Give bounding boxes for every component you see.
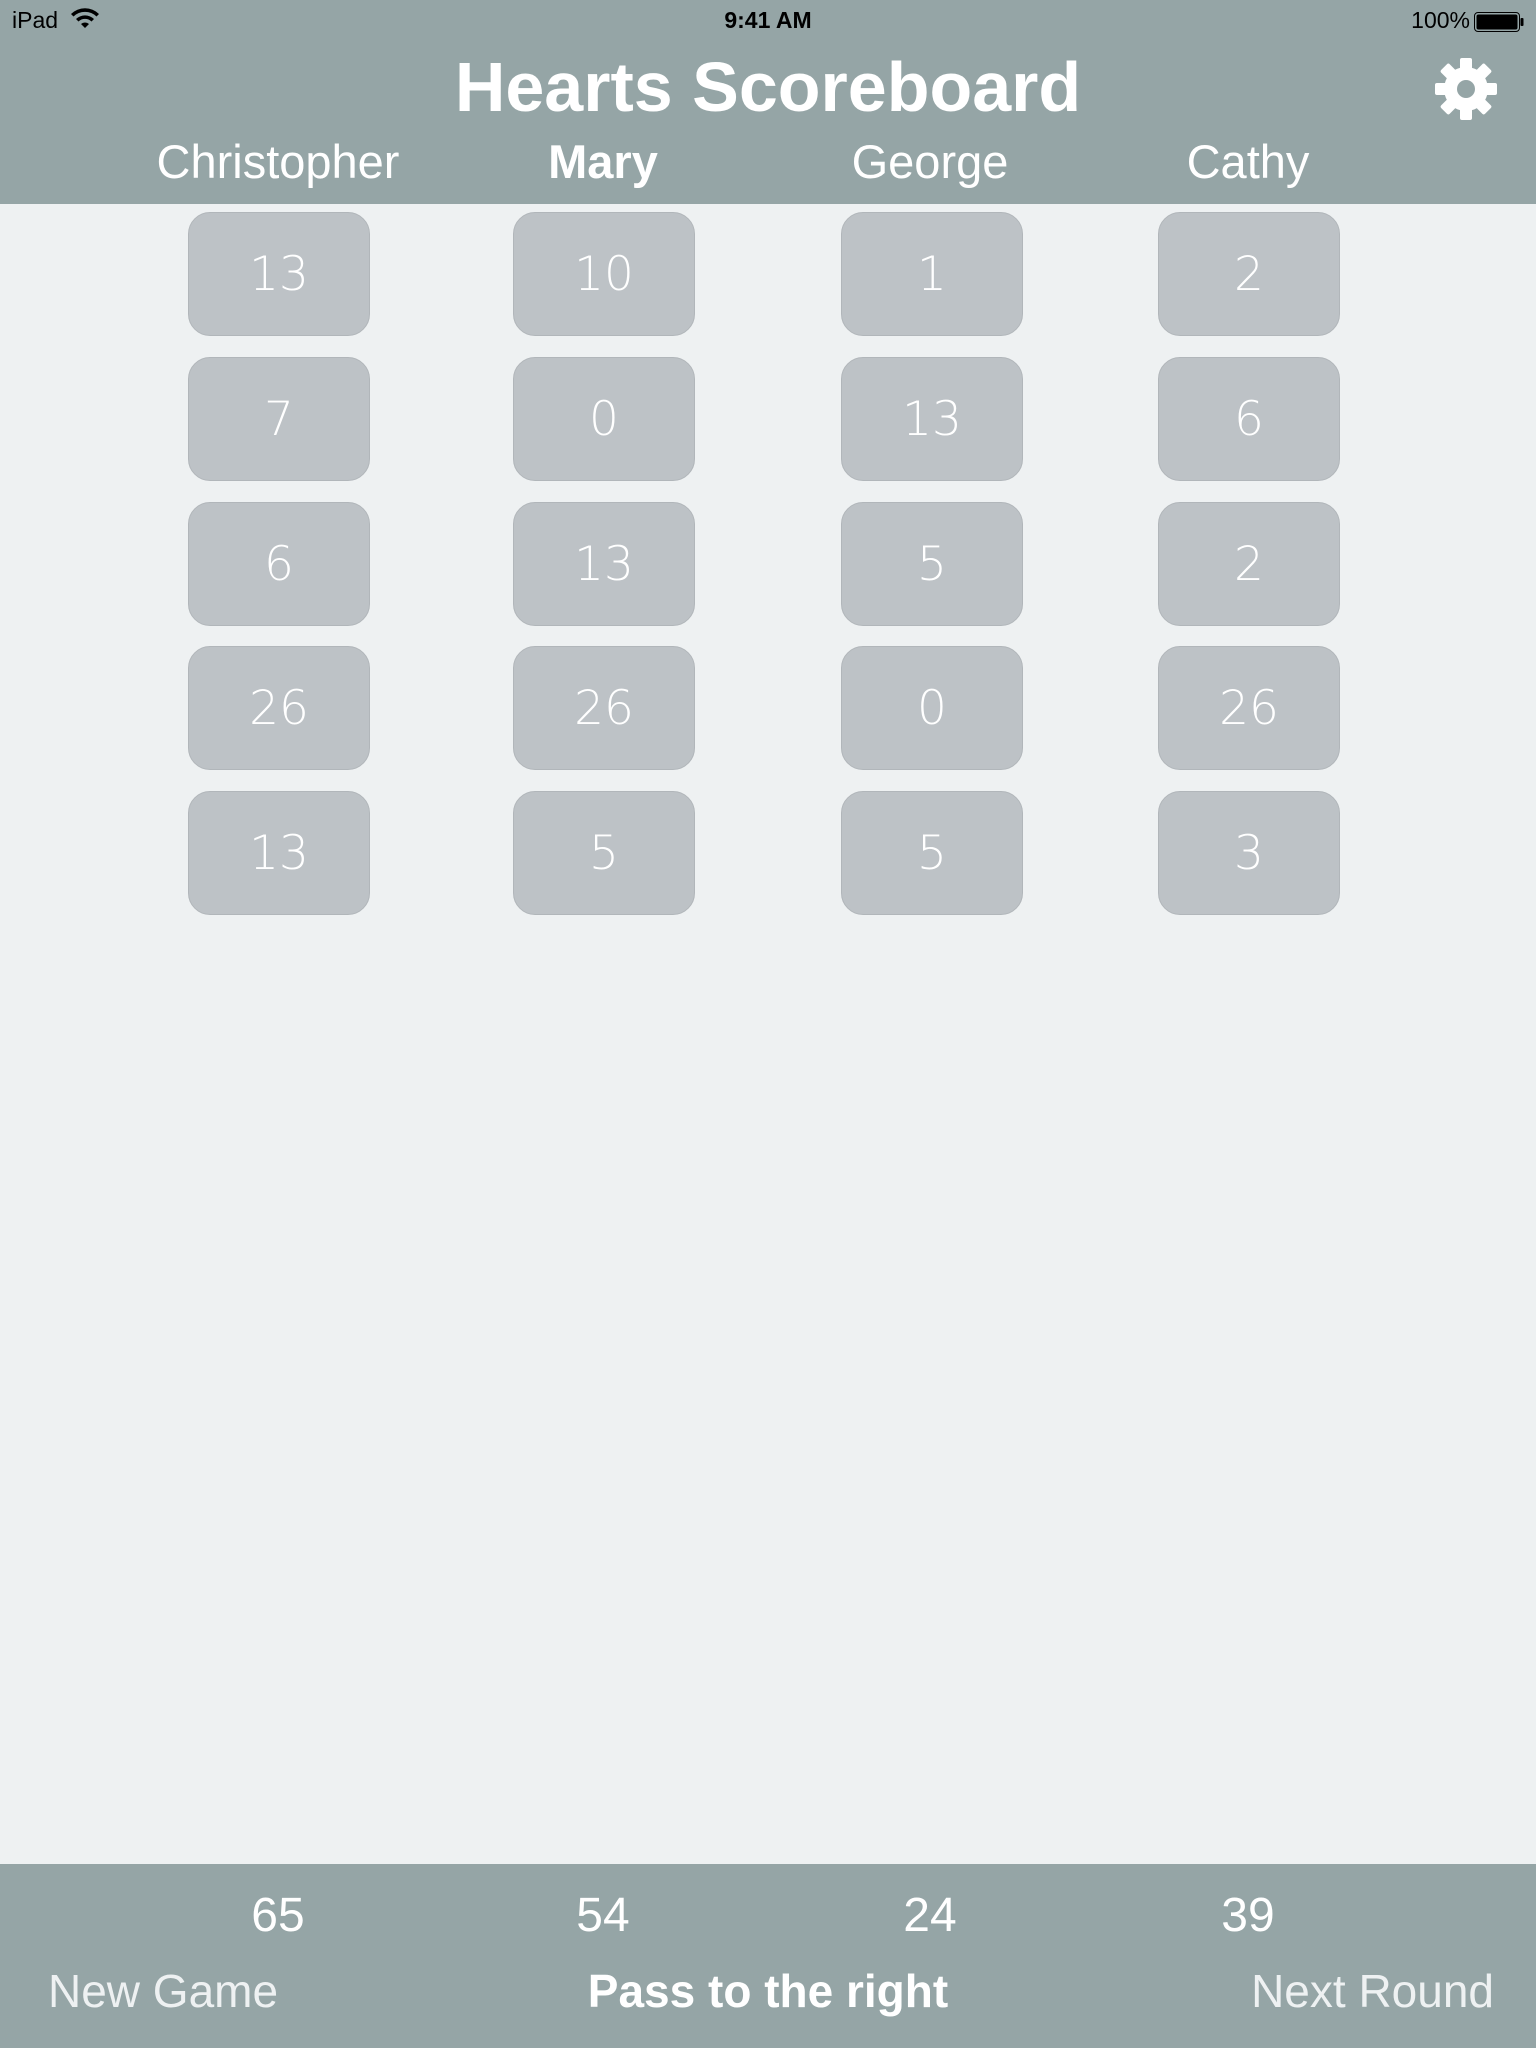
player-name-mary[interactable]: Mary xyxy=(433,132,773,192)
total-christopher: 65 xyxy=(251,1889,305,1942)
score-cell[interactable]: 3 xyxy=(1158,791,1340,915)
score-cell[interactable]: 26 xyxy=(1158,646,1340,770)
score-cell[interactable]: 7 xyxy=(188,357,370,481)
score-cell[interactable]: 5 xyxy=(841,502,1023,626)
score-cell[interactable]: 5 xyxy=(513,791,695,915)
player-name-george[interactable]: George xyxy=(760,132,1100,192)
gear-icon xyxy=(1431,54,1501,124)
score-cell[interactable]: 26 xyxy=(513,646,695,770)
score-cell[interactable]: 13 xyxy=(188,791,370,915)
score-cell[interactable]: 5 xyxy=(841,791,1023,915)
header-bar: iPad 9:41 AM 100% Hearts Scoreboard Chri… xyxy=(0,0,1536,204)
settings-button[interactable] xyxy=(1431,54,1501,124)
footer-bar: 65 54 24 39 New Game Pass to the right N… xyxy=(0,1864,1536,2048)
score-cell[interactable]: 1 xyxy=(841,212,1023,336)
status-bar: iPad 9:41 AM 100% xyxy=(0,0,1536,40)
next-round-button[interactable]: Next Round xyxy=(1251,1962,1494,2020)
score-cell[interactable]: 13 xyxy=(188,212,370,336)
score-cell[interactable]: 10 xyxy=(513,212,695,336)
battery-percent: 100% xyxy=(1411,7,1470,33)
total-george: 24 xyxy=(903,1889,957,1942)
score-cell[interactable]: 0 xyxy=(841,646,1023,770)
player-name-christopher[interactable]: Christopher xyxy=(108,132,448,192)
score-cell[interactable]: 6 xyxy=(188,502,370,626)
score-cell[interactable]: 26 xyxy=(188,646,370,770)
score-cell[interactable]: 2 xyxy=(1158,212,1340,336)
score-cell[interactable]: 13 xyxy=(513,502,695,626)
score-cell[interactable]: 13 xyxy=(841,357,1023,481)
battery-icon xyxy=(1474,11,1524,32)
score-cell[interactable]: 2 xyxy=(1158,502,1340,626)
total-cathy: 39 xyxy=(1221,1889,1275,1942)
score-cell[interactable]: 6 xyxy=(1158,357,1340,481)
score-cell[interactable]: 0 xyxy=(513,357,695,481)
app-title: Hearts Scoreboard xyxy=(454,48,1082,126)
total-mary: 54 xyxy=(576,1889,630,1942)
player-name-cathy[interactable]: Cathy xyxy=(1078,132,1418,192)
status-time: 9:41 AM xyxy=(724,7,812,33)
